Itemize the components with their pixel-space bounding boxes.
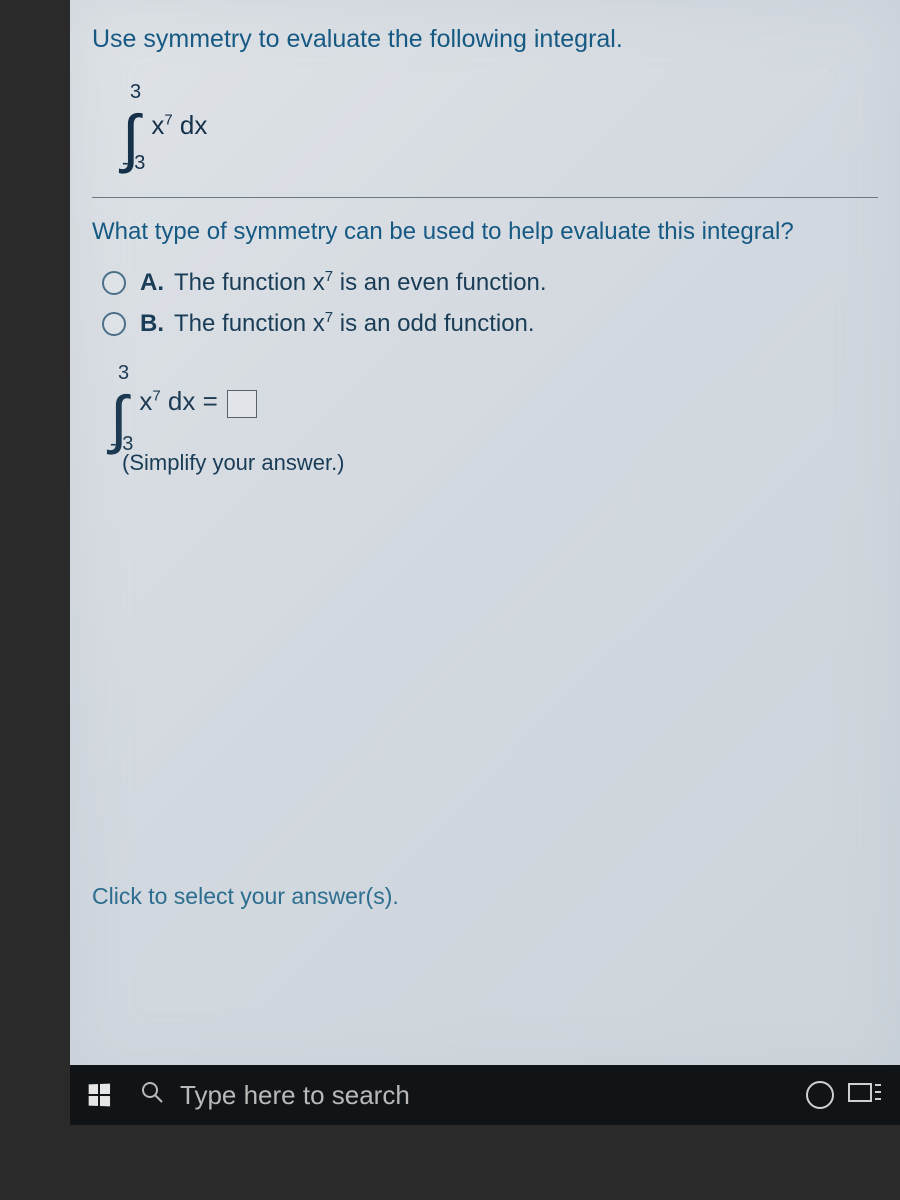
ans-integrand: x7 dx = xyxy=(139,386,257,417)
choice-b-label: B. xyxy=(140,310,164,338)
instruction-text: Use symmetry to evaluate the following i… xyxy=(92,25,878,54)
radio-b[interactable] xyxy=(102,312,126,336)
search-icon xyxy=(140,1080,164,1111)
upper-bound: 3 xyxy=(130,81,145,104)
choice-a-text: The function x7 is an even function. xyxy=(174,268,547,297)
footer-instruction: Click to select your answer(s). xyxy=(92,883,399,910)
choice-a[interactable]: A. The function x7 is an even function. xyxy=(102,268,878,297)
answer-integral: 3 ∫ - 3 x7 dx = (Simplify your answer.) xyxy=(110,358,878,476)
symmetry-question: What type of symmetry can be used to hel… xyxy=(92,218,878,246)
ans-integral-sign: ∫ xyxy=(110,395,133,443)
divider xyxy=(92,197,878,198)
search-placeholder: Type here to search xyxy=(180,1080,410,1111)
ans-upper-bound: 3 xyxy=(118,362,133,385)
choice-b[interactable]: B. The function x7 is an odd function. xyxy=(102,309,878,338)
choice-b-text: The function x7 is an odd function. xyxy=(174,309,535,338)
task-view-icon[interactable] xyxy=(848,1080,882,1111)
simplify-hint: (Simplify your answer.) xyxy=(122,450,878,476)
screen: Use symmetry to evaluate the following i… xyxy=(0,0,900,1200)
choice-a-label: A. xyxy=(140,269,164,297)
start-button[interactable] xyxy=(70,1065,128,1125)
integral-display: 3 ∫ - 3 x7 dx xyxy=(122,74,878,169)
integral-sign: ∫ xyxy=(122,114,145,162)
taskbar-search[interactable]: Type here to search xyxy=(128,1080,784,1111)
integrand: x7 dx xyxy=(151,110,207,141)
windows-taskbar: Type here to search xyxy=(70,1065,900,1125)
answer-input-box[interactable] xyxy=(227,390,257,418)
cortana-icon[interactable] xyxy=(806,1081,834,1109)
windows-logo-icon xyxy=(89,1084,110,1107)
radio-a[interactable] xyxy=(102,271,126,295)
question-panel: Use symmetry to evaluate the following i… xyxy=(70,0,900,1080)
